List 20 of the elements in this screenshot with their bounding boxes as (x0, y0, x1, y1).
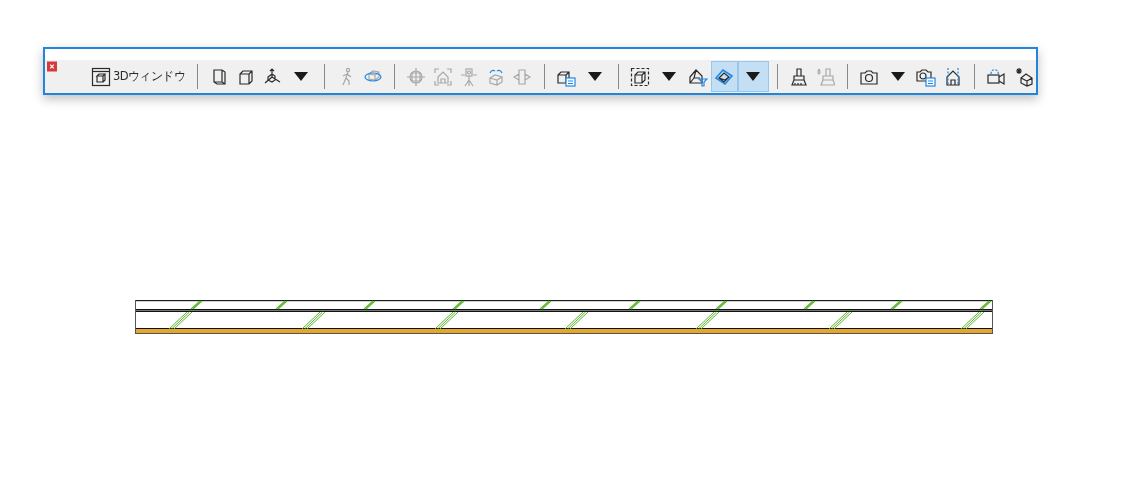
bracket-shape-icon (512, 66, 533, 87)
caret-icon (662, 72, 677, 81)
3d-window-button[interactable]: 3Dウィンドウ (87, 61, 189, 92)
window-cube-icon (91, 66, 111, 87)
caret-icon (293, 72, 308, 81)
tilted-cube-button[interactable] (711, 61, 738, 92)
dashed-cube-icon (630, 66, 651, 87)
brush-drop-icon (815, 66, 836, 87)
close-icon[interactable] (47, 61, 57, 72)
target-icon (406, 66, 427, 87)
caret-icon (890, 72, 905, 81)
caret-icon (587, 72, 602, 81)
video-camera-icon (986, 66, 1007, 87)
dropdown-button[interactable] (737, 61, 769, 92)
tilted-cube-icon (714, 66, 735, 87)
framed-house-icon (433, 66, 453, 87)
camera-list-icon (916, 66, 937, 87)
caret-icon (746, 72, 761, 81)
brush-icon (788, 66, 809, 87)
tripod-icon (459, 66, 480, 87)
